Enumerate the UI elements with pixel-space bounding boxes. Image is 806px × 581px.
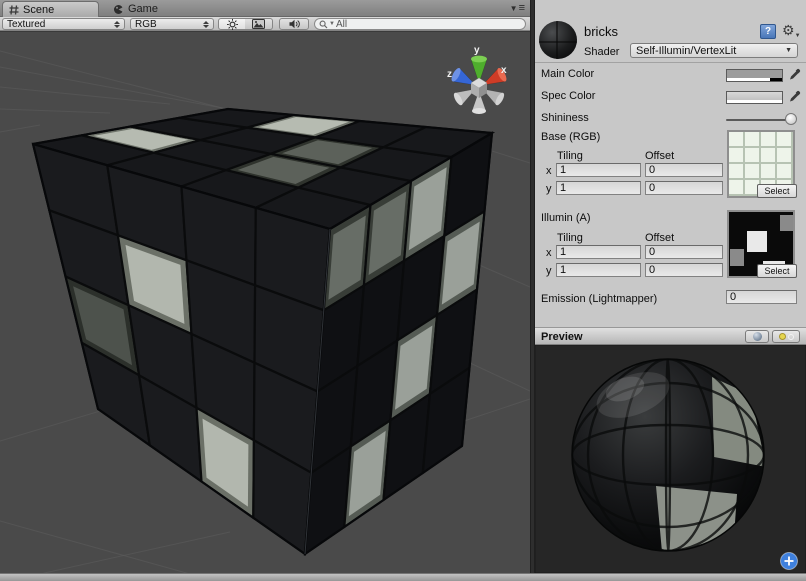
shininess-slider-track[interactable] [726, 119, 788, 121]
scene-lighting-toggle[interactable] [218, 18, 246, 30]
illumin-texture-select-button[interactable]: Select [757, 264, 797, 278]
x-axis-label: x [546, 247, 552, 259]
speaker-icon [289, 19, 300, 29]
eyedropper-icon[interactable] [788, 68, 801, 81]
base-rgb-label: Base (RGB) [541, 131, 600, 143]
tab-scene[interactable]: Scene [2, 1, 99, 17]
shininess-slider-knob[interactable] [785, 113, 797, 125]
svg-text:y: y [474, 45, 480, 56]
svg-text:z: z [447, 69, 452, 80]
scene-panel-menu-icon[interactable]: ▼≡ [510, 4, 526, 13]
emission-value-field[interactable] [726, 290, 797, 304]
sphere-icon [753, 332, 762, 341]
preview-mesh-button[interactable] [745, 330, 769, 343]
base-offset-y-field[interactable] [645, 181, 723, 195]
shader-dropdown[interactable]: Self-Illumin/VertexLit ▼ [630, 43, 798, 58]
base-tiling-x-field[interactable] [556, 163, 641, 177]
preview-viewport[interactable] [535, 345, 806, 573]
window-footer [0, 573, 806, 581]
y-axis-label: y [546, 265, 552, 277]
light-off-icon [788, 334, 794, 340]
base-offset-x-field[interactable] [645, 163, 723, 177]
spec-color-label: Spec Color [541, 90, 595, 102]
tab-scene-label: Scene [23, 4, 54, 16]
offset-header: Offset [645, 150, 674, 162]
updown-arrows-icon [203, 21, 209, 28]
illumin-tiling-y-field[interactable] [556, 263, 641, 277]
scene-toolbar: Textured RGB [0, 17, 530, 31]
svg-text:x: x [501, 65, 507, 76]
draw-mode-dropdown[interactable]: Textured [2, 18, 125, 30]
scene-skybox-toggle[interactable] [245, 18, 273, 30]
tiling-header: Tiling [557, 150, 583, 162]
color-mode-label: RGB [135, 19, 199, 30]
scene-viewport[interactable]: y x z [0, 31, 530, 573]
scene-tabstrip: Scene Game ▼≡ [0, 0, 530, 17]
tab-game[interactable]: Game [113, 1, 158, 17]
shader-label: Shader [584, 46, 619, 58]
offset-header: Offset [645, 232, 674, 244]
game-icon [113, 4, 124, 15]
draw-mode-label: Textured [7, 19, 110, 30]
unity-editor-window: Scene Game ▼≡ Textured RGB [0, 0, 806, 581]
color-mode-dropdown[interactable]: RGB [130, 18, 214, 30]
preview-title: Preview [541, 331, 583, 343]
material-preview-thumbnail [539, 21, 577, 59]
image-icon [252, 19, 265, 29]
updown-arrows-icon [114, 21, 120, 28]
main-color-label: Main Color [541, 68, 594, 80]
illumin-a-label: Illumin (A) [541, 212, 591, 224]
emission-label: Emission (Lightmapper) [541, 293, 657, 305]
inspector-panel: bricks ? ⚙▼ Shader Self-Illumin/VertexLi… [535, 0, 806, 573]
main-color-swatch[interactable] [726, 69, 783, 82]
x-axis-label: x [546, 165, 552, 177]
chevron-down-icon: ▼ [785, 47, 792, 54]
illumin-offset-y-field[interactable] [645, 263, 723, 277]
base-tiling-y-field[interactable] [556, 181, 641, 195]
preview-lighting-button[interactable] [772, 330, 800, 343]
gear-icon[interactable]: ⚙▼ [782, 22, 801, 39]
help-icon[interactable]: ? [760, 24, 776, 39]
add-preview-object-button[interactable] [781, 553, 798, 570]
spec-color-swatch[interactable] [726, 91, 783, 104]
base-texture-select-button[interactable]: Select [757, 184, 797, 198]
preview-header[interactable]: Preview [535, 327, 806, 345]
illumin-offset-x-field[interactable] [645, 245, 723, 259]
tiling-header: Tiling [557, 232, 583, 244]
scene-audio-toggle[interactable] [279, 18, 309, 30]
material-name: bricks [584, 24, 618, 39]
search-input[interactable] [336, 19, 486, 30]
shader-dropdown-value: Self-Illumin/VertexLit [636, 45, 736, 57]
search-filter-caret-icon[interactable]: ▼ [329, 21, 335, 27]
tab-game-label: Game [128, 3, 158, 15]
preview-3d-canvas[interactable] [535, 345, 806, 573]
shininess-label: Shininess [541, 112, 589, 124]
scene-grid-icon [9, 5, 19, 15]
scene-search-field[interactable]: ▼ [314, 18, 526, 30]
eyedropper-icon[interactable] [788, 90, 801, 103]
material-header: bricks ? ⚙▼ Shader Self-Illumin/VertexLi… [535, 17, 806, 63]
sun-icon [227, 19, 238, 30]
y-axis-label: y [546, 183, 552, 195]
light-on-icon [779, 333, 786, 340]
search-icon [319, 20, 328, 29]
scene-3d-canvas[interactable]: y x z [0, 32, 530, 573]
illumin-tiling-x-field[interactable] [556, 245, 641, 259]
